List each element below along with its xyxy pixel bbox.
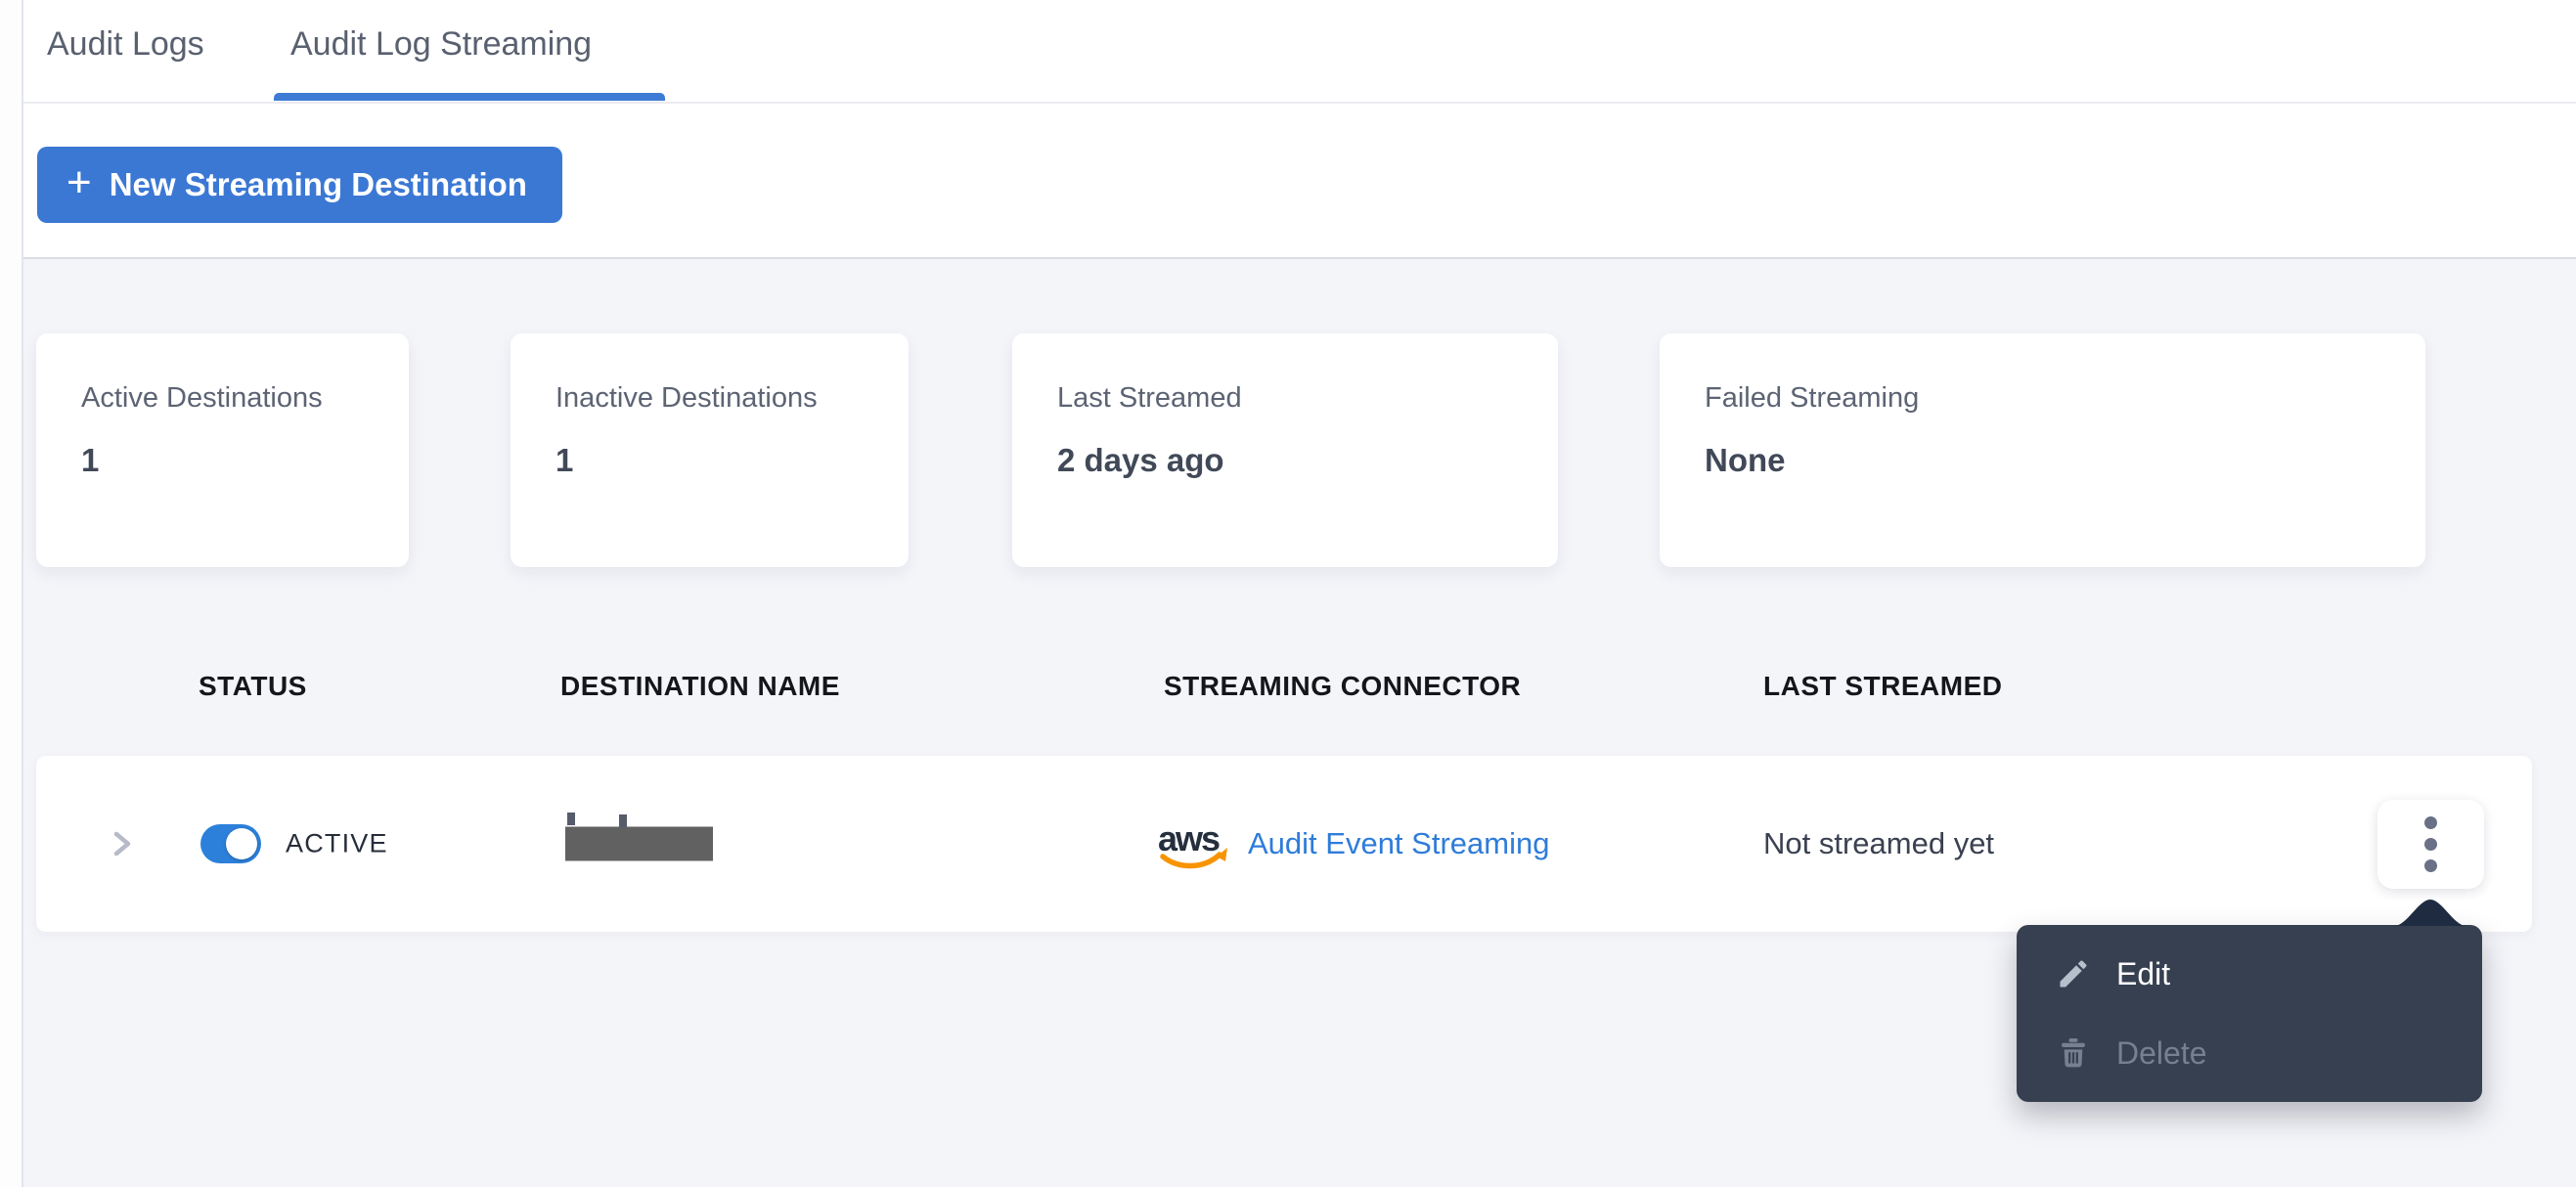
toggle-knob bbox=[226, 828, 257, 859]
summary-card-inactive-destinations: Inactive Destinations 1 bbox=[511, 333, 909, 567]
aws-logo-icon: aws bbox=[1158, 818, 1227, 869]
card-value: None bbox=[1705, 442, 1786, 478]
tab-audit-logs[interactable]: Audit Logs bbox=[47, 25, 204, 64]
left-margin-strip bbox=[0, 0, 22, 1187]
new-streaming-destination-label: New Streaming Destination bbox=[109, 166, 527, 202]
card-label: Failed Streaming bbox=[1705, 382, 1920, 414]
trash-icon bbox=[2062, 1038, 2085, 1068]
redaction-text-remnant bbox=[619, 814, 627, 827]
new-streaming-destination-button[interactable]: + New Streaming Destination bbox=[37, 147, 562, 223]
card-label: Active Destinations bbox=[81, 382, 323, 414]
kebab-dot bbox=[2424, 838, 2437, 851]
expand-row-chevron-right-icon[interactable] bbox=[104, 826, 139, 861]
menu-caret-icon bbox=[2394, 900, 2466, 926]
tab-bar-divider bbox=[23, 102, 2576, 104]
menu-item-edit[interactable]: Edit bbox=[2056, 948, 2170, 999]
card-label: Inactive Destinations bbox=[555, 382, 818, 414]
tab-audit-log-streaming[interactable]: Audit Log Streaming bbox=[290, 25, 592, 64]
menu-item-delete[interactable]: Delete bbox=[2056, 1028, 2207, 1078]
audit-log-streaming-page: Audit Logs Audit Log Streaming + New Str… bbox=[0, 0, 2576, 1187]
menu-item-edit-label: Edit bbox=[2116, 955, 2171, 991]
card-label: Last Streamed bbox=[1057, 382, 1242, 414]
kebab-dot bbox=[2424, 816, 2437, 829]
column-header-streaming-connector: STREAMING CONNECTOR bbox=[1164, 671, 1522, 701]
redaction-text-remnant bbox=[567, 813, 575, 825]
summary-card-failed-streaming: Failed Streaming None bbox=[1660, 333, 2425, 567]
tab-bar: Audit Logs Audit Log Streaming bbox=[0, 0, 2576, 104]
header-divider bbox=[0, 257, 2576, 259]
status-badge: ACTIVE bbox=[286, 828, 388, 858]
aws-logo-text: aws bbox=[1158, 818, 1220, 858]
card-value: 1 bbox=[81, 442, 100, 478]
column-header-destination-name: DESTINATION NAME bbox=[560, 671, 840, 701]
menu-item-delete-label: Delete bbox=[2116, 1034, 2207, 1071]
row-actions-kebab-button[interactable] bbox=[2377, 800, 2484, 889]
column-header-status: STATUS bbox=[199, 671, 307, 701]
last-streamed-value: Not streamed yet bbox=[1763, 826, 1995, 860]
pencil-icon bbox=[2060, 960, 2087, 988]
row-actions-menu: Edit Delete bbox=[2017, 925, 2482, 1102]
summary-card-last-streamed: Last Streamed 2 days ago bbox=[1012, 333, 1558, 567]
column-header-last-streamed: LAST STREAMED bbox=[1763, 671, 2003, 701]
status-toggle[interactable] bbox=[200, 824, 261, 863]
kebab-dot bbox=[2424, 859, 2437, 872]
table-row: ACTIVE aws Audit Event Streaming Not str… bbox=[36, 756, 2532, 932]
summary-card-active-destinations: Active Destinations 1 bbox=[36, 333, 409, 567]
active-tab-indicator bbox=[274, 93, 665, 101]
destination-name-redacted bbox=[565, 826, 713, 861]
plus-icon: + bbox=[67, 158, 92, 206]
card-value: 2 days ago bbox=[1057, 442, 1224, 478]
content-left-border bbox=[22, 0, 23, 1187]
card-value: 1 bbox=[555, 442, 574, 478]
audit-event-streaming-link[interactable]: Audit Event Streaming bbox=[1248, 826, 1549, 861]
